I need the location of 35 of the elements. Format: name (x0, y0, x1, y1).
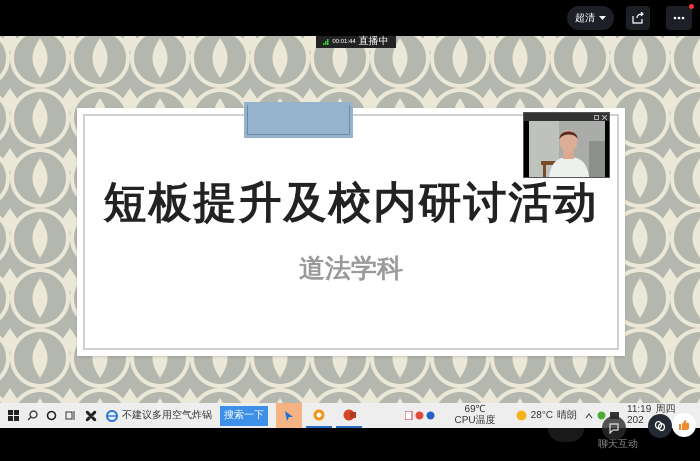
circle-icon[interactable] (46, 410, 57, 421)
clock-time[interactable]: 11:19 (627, 405, 652, 416)
close-icon[interactable] (602, 114, 607, 120)
browser-icon[interactable] (106, 410, 118, 422)
cpu-temperature: 69℃ (464, 405, 486, 415)
app-icon[interactable] (414, 411, 424, 420)
more-icon (673, 16, 685, 20)
weather-condition[interactable]: 晴朗 (557, 408, 577, 423)
chevron-up-icon[interactable] (585, 412, 593, 418)
weather-temperature[interactable]: 28°C (530, 408, 553, 423)
chat-icon (608, 422, 620, 434)
chat-label: 聊天互动 (598, 438, 638, 452)
news-headline[interactable]: 不建议多用空气炸锅 (122, 408, 212, 423)
clock-date[interactable]: 202 (627, 416, 644, 426)
windows-icon[interactable] (8, 410, 19, 421)
restore-icon[interactable] (594, 114, 599, 120)
slide-title: 短板提升及校内研讨活动 (104, 182, 598, 225)
task-view-icon[interactable] (65, 410, 76, 421)
clock-day[interactable]: 周四 (655, 405, 676, 416)
thumbs-up-icon (678, 419, 690, 431)
cursor-app-icon[interactable] (276, 403, 302, 428)
signal-icon (323, 39, 330, 45)
caret-icon (599, 16, 606, 20)
cpu-label: CPU温度 (454, 416, 496, 426)
link-icon (654, 420, 666, 432)
overlay-shade (548, 428, 584, 442)
quality-button[interactable]: 超清 (567, 6, 614, 30)
document-icon[interactable] (404, 411, 413, 420)
more-button[interactable] (666, 6, 692, 30)
share-icon (632, 12, 644, 24)
slide-subtitle: 道法学科 (299, 255, 403, 281)
search-icon[interactable] (27, 410, 38, 421)
fan-icon[interactable] (84, 408, 98, 422)
live-status: 直播中 (358, 37, 389, 47)
share-button[interactable] (626, 6, 650, 30)
